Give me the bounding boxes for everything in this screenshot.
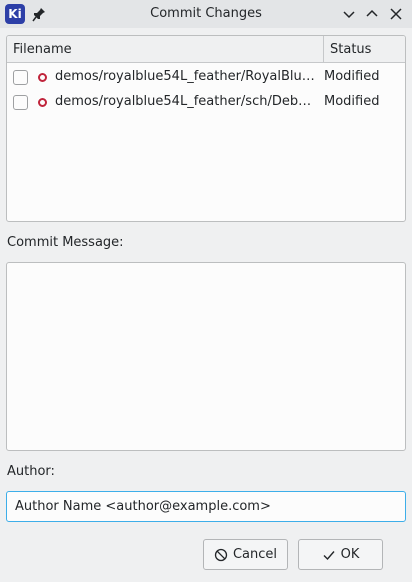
- file-status: Modified: [324, 94, 380, 109]
- maximize-button[interactable]: [364, 6, 380, 22]
- file-name: demos/royalblue54L_feather/RoyalBlue54L-…: [55, 69, 319, 84]
- file-checkbox[interactable]: [13, 70, 28, 85]
- file-name: demos/royalblue54L_feather/sch/Debugger.…: [55, 94, 319, 109]
- cancel-button[interactable]: Cancel: [203, 539, 288, 570]
- file-status: Modified: [324, 69, 380, 84]
- minimize-button[interactable]: [341, 6, 357, 22]
- cancel-icon: [214, 548, 228, 561]
- author-label: Author:: [7, 464, 55, 479]
- ok-button-label: OK: [340, 547, 360, 562]
- close-button[interactable]: [388, 6, 404, 22]
- cancel-button-label: Cancel: [232, 547, 278, 562]
- column-divider[interactable]: [323, 36, 324, 63]
- author-input[interactable]: Author Name <author@example.com>: [6, 491, 406, 522]
- ok-button[interactable]: OK: [298, 539, 383, 570]
- chevron-up-icon: [366, 9, 378, 17]
- title-bar: Ki Commit Changes: [0, 0, 412, 28]
- chevron-down-icon: [343, 11, 355, 19]
- column-header-filename[interactable]: Filename: [13, 42, 72, 57]
- commit-message-input[interactable]: [6, 262, 406, 451]
- close-icon: [390, 8, 402, 20]
- table-row[interactable]: demos/royalblue54L_feather/RoyalBlue54L-…: [7, 65, 405, 90]
- changed-files-table[interactable]: Filename Status demos/royalblue54L_feath…: [6, 35, 406, 222]
- modified-status-icon: [38, 98, 47, 107]
- checkmark-icon: [323, 550, 335, 560]
- modified-status-icon: [38, 73, 47, 82]
- file-checkbox[interactable]: [13, 95, 28, 110]
- commit-message-label: Commit Message:: [7, 235, 124, 250]
- table-header: Filename Status: [7, 36, 405, 63]
- table-row[interactable]: demos/royalblue54L_feather/sch/Debugger.…: [7, 90, 405, 115]
- column-header-status[interactable]: Status: [330, 42, 371, 57]
